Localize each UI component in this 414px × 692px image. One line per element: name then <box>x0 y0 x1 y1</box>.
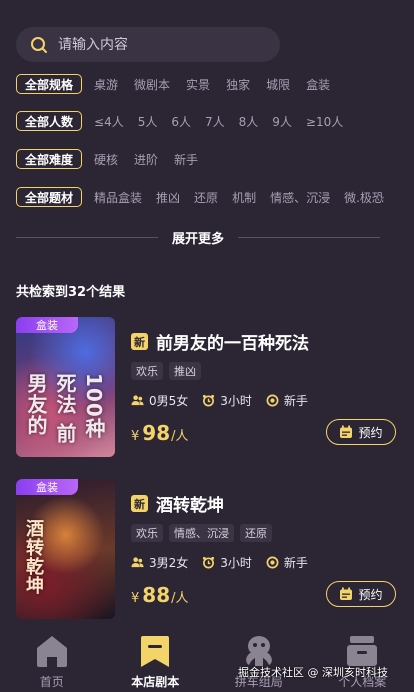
filter-row-players: 全部人数 ≤4人 5人 6人 7人 8人 9人 ≥10人 <box>16 111 343 131</box>
price-value: 88 <box>142 583 171 607</box>
tab-label: 本店剧本 <box>131 675 180 689</box>
filter-option[interactable]: 5人 <box>138 113 158 130</box>
filter-option[interactable]: 微.极恐 <box>344 189 384 206</box>
filter-option[interactable]: 微剧本 <box>134 76 170 93</box>
filter-option[interactable]: ≥10人 <box>306 113 343 130</box>
book-button[interactable]: 预约 <box>326 419 396 445</box>
tab-home[interactable]: 首页 <box>2 633 102 690</box>
book-button[interactable]: 预约 <box>326 581 396 607</box>
script-title[interactable]: 前男友的一百种死法 <box>156 329 309 354</box>
script-meta: 0男5女 3小时 新手 <box>131 392 322 409</box>
players-count: 3男2女 <box>149 556 189 570</box>
calendar-icon <box>340 587 353 600</box>
script-info: 新 前男友的一百种死法 欢乐 推凶 0男5女 3小时 新手 ¥ 98 /人 预约 <box>131 317 398 457</box>
expand-more[interactable]: 展开更多 <box>16 226 381 248</box>
tab-label: 首页 <box>39 675 64 689</box>
filter-option[interactable]: 硬核 <box>94 151 118 168</box>
tab-carpool[interactable]: 拼车组局 <box>209 633 309 690</box>
script-card[interactable]: 盒装 100种死法 前男友的 新 前男友的一百种死法 欢乐 推凶 0男5女 3小… <box>16 317 398 457</box>
filter-option[interactable]: 进阶 <box>134 151 158 168</box>
genre-chip: 情感、沉浸 <box>169 524 234 542</box>
tab-bar: 首页 本店剧本 拼车组局 个人档案 <box>0 628 414 692</box>
search-icon <box>31 36 47 53</box>
genre-chip: 欢乐 <box>131 362 163 380</box>
filter-option[interactable]: 新手 <box>174 151 198 168</box>
calendar-icon <box>340 425 353 438</box>
medal-icon <box>266 556 279 569</box>
script-meta: 3男2女 3小时 新手 <box>131 554 322 571</box>
filter-option[interactable]: 情感、沉浸 <box>270 189 330 206</box>
script-title[interactable]: 酒转乾坤 <box>156 491 224 516</box>
filter-row-spec: 全部规格 桌游 微剧本 实景 独家 城限 盒装 <box>16 74 346 94</box>
filter-option[interactable]: 桌游 <box>94 76 118 93</box>
script-info: 新 酒转乾坤 欢乐 情感、沉浸 还原 3男2女 3小时 新手 ¥ 88 /人 预… <box>131 479 398 619</box>
medal-icon <box>266 394 279 407</box>
filter-row-difficulty: 全部难度 硬核 进阶 新手 <box>16 149 214 169</box>
genre-chips: 欢乐 推凶 <box>131 362 207 380</box>
filter-option[interactable]: 机制 <box>232 189 256 206</box>
filter-option[interactable]: 还原 <box>194 189 218 206</box>
divider <box>16 236 158 238</box>
new-badge: 新 <box>131 495 148 512</box>
filter-all-players[interactable]: 全部人数 <box>16 111 83 131</box>
filter-option[interactable]: 推凶 <box>156 189 180 206</box>
filter-all-theme[interactable]: 全部题材 <box>16 187 83 207</box>
filter-option[interactable]: ≤4人 <box>94 113 124 130</box>
currency-symbol: ¥ <box>131 429 140 444</box>
search-input[interactable] <box>58 36 258 53</box>
filter-option[interactable]: 9人 <box>272 113 292 130</box>
filter-all-spec[interactable]: 全部规格 <box>16 74 83 94</box>
filter-option[interactable]: 6人 <box>171 113 191 130</box>
bookmark-icon <box>141 636 170 667</box>
divider <box>238 236 381 238</box>
alarm-clock-icon <box>203 556 215 569</box>
filter-option[interactable]: 盒装 <box>306 76 330 93</box>
people-icon <box>131 557 144 568</box>
search-bar[interactable] <box>16 27 280 62</box>
poster-tag: 盒装 <box>16 479 78 495</box>
genre-chip: 还原 <box>240 524 272 542</box>
poster-image[interactable]: 盒装 酒转乾坤 <box>16 479 115 619</box>
result-count: 共检索到32个结果 <box>16 285 126 300</box>
script-card[interactable]: 盒装 酒转乾坤 新 酒转乾坤 欢乐 情感、沉浸 还原 3男2女 3小时 新手 ¥… <box>16 479 398 619</box>
genre-chip: 推凶 <box>169 362 201 380</box>
poster-tag: 盒装 <box>16 317 78 333</box>
filter-row-theme: 全部题材 精品盒装 推凶 还原 机制 情感、沉浸 微.极恐 <box>16 187 398 207</box>
price-unit: /人 <box>171 591 189 606</box>
book-button-label: 预约 <box>358 425 383 440</box>
difficulty-level: 新手 <box>283 394 308 408</box>
filter-option[interactable]: 实景 <box>186 76 210 93</box>
price: ¥ 98 /人 <box>131 421 189 445</box>
duration: 3小时 <box>220 556 252 570</box>
genre-chip: 欢乐 <box>131 524 163 542</box>
duration: 3小时 <box>220 394 252 408</box>
price-unit: /人 <box>171 429 189 444</box>
difficulty-level: 新手 <box>283 556 308 570</box>
filter-option[interactable]: 城限 <box>266 76 290 93</box>
filter-option[interactable]: 独家 <box>226 76 250 93</box>
alarm-clock-icon <box>203 394 215 407</box>
poster-image[interactable]: 盒装 100种死法 前男友的 <box>16 317 115 457</box>
expand-more-label[interactable]: 展开更多 <box>158 228 238 247</box>
book-button-label: 预约 <box>358 587 383 602</box>
tab-profile[interactable]: 个人档案 <box>312 633 412 690</box>
filter-option[interactable]: 7人 <box>205 113 225 130</box>
poster-title-art: 酒转乾坤 <box>23 519 44 595</box>
filter-option[interactable]: 8人 <box>239 113 259 130</box>
poster-title-art: 100种死法 前男友的 <box>24 373 106 444</box>
people-icon <box>131 395 144 406</box>
tab-store-scripts[interactable]: 本店剧本 <box>105 633 205 690</box>
filter-option[interactable]: 精品盒装 <box>94 189 142 206</box>
new-badge: 新 <box>131 333 148 350</box>
price-value: 98 <box>142 421 171 445</box>
watermark: 掘金技术社区 @ 深圳亥时科技 <box>238 666 388 679</box>
home-icon <box>36 636 67 667</box>
genre-chips: 欢乐 情感、沉浸 还原 <box>131 524 278 542</box>
players-count: 0男5女 <box>149 394 189 408</box>
currency-symbol: ¥ <box>131 591 140 606</box>
filter-all-difficulty[interactable]: 全部难度 <box>16 149 83 169</box>
price: ¥ 88 /人 <box>131 583 189 607</box>
